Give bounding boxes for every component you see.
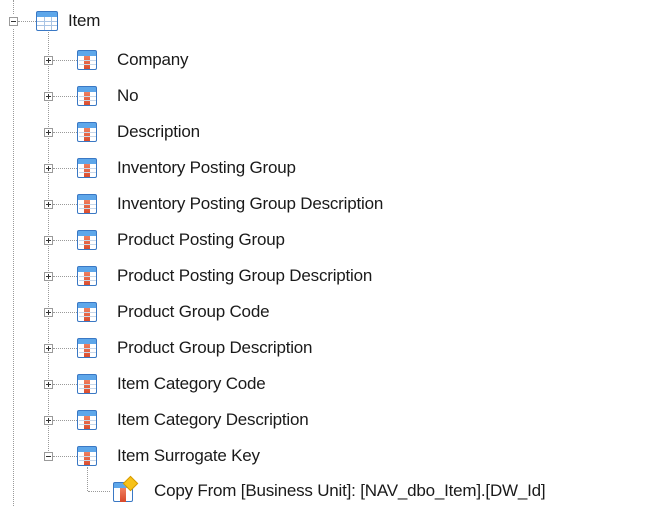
tree-line [18,21,36,22]
tree-node-label[interactable]: Inventory Posting Group [117,158,296,178]
tree-line [53,420,77,421]
tree-node-label[interactable]: Item Category Code [117,374,266,394]
expand-icon[interactable] [44,128,53,137]
expand-icon[interactable] [44,164,53,173]
tree-line [53,312,77,313]
tree-node-label[interactable]: Item Surrogate Key [117,446,260,466]
tree-line [13,0,14,14]
table-icon [36,11,58,31]
tree-node-label[interactable]: Item [68,11,100,31]
tree-node-label[interactable]: Product Posting Group Description [117,266,372,286]
tree-node-label[interactable]: Inventory Posting Group Description [117,194,383,214]
expand-icon[interactable] [44,56,53,65]
column-icon [77,374,97,394]
expand-icon[interactable] [44,416,53,425]
tree-line [53,96,77,97]
tree-line [53,384,77,385]
column-icon [77,446,97,466]
column-icon [77,86,97,106]
tree-line [53,348,77,349]
tree-node-label[interactable]: Company [117,50,189,70]
column-icon [77,194,97,214]
column-icon [77,230,97,250]
expand-icon[interactable] [44,272,53,281]
tree-line [13,29,14,506]
mapping-icon [113,475,139,502]
tree-line [53,132,77,133]
column-icon [77,50,97,70]
expand-icon[interactable] [44,92,53,101]
tree-line [53,60,77,61]
collapse-icon[interactable] [44,452,53,461]
column-icon [77,410,97,430]
tree-node-label[interactable]: Product Group Description [117,338,313,358]
collapse-icon[interactable] [9,17,18,26]
tree-line [53,276,77,277]
expand-icon[interactable] [44,380,53,389]
tree-node-label[interactable]: Item Category Description [117,410,309,430]
column-icon [77,158,97,178]
column-icon [77,122,97,142]
tree-view: Item Company No Description Inventory Po… [0,0,656,506]
tree-line [88,491,110,492]
tree-line [53,456,77,457]
expand-icon[interactable] [44,236,53,245]
expand-icon[interactable] [44,308,53,317]
tree-line [53,168,77,169]
tree-line [87,467,88,491]
tree-node-label[interactable]: No [117,86,139,106]
expand-icon[interactable] [44,200,53,209]
tree-line [53,204,77,205]
expand-icon[interactable] [44,344,53,353]
tree-node-label[interactable]: Product Posting Group [117,230,285,250]
tree-line [53,240,77,241]
tree-node-label[interactable]: Product Group Code [117,302,270,322]
tree-node-label[interactable]: Copy From [Business Unit]: [NAV_dbo_Item… [154,481,546,501]
tree-node-label[interactable]: Description [117,122,200,142]
column-icon [77,302,97,322]
column-icon [77,266,97,286]
column-icon [77,338,97,358]
